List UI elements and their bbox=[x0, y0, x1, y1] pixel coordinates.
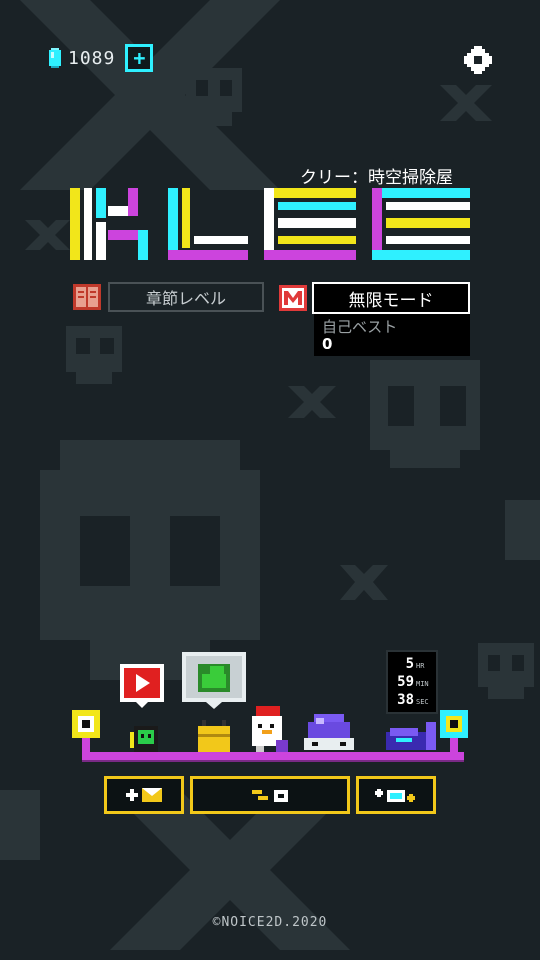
character-customize-button[interactable] bbox=[190, 776, 350, 814]
character-shelf bbox=[82, 752, 464, 760]
gem-icon bbox=[49, 48, 61, 68]
character-white-chicken[interactable] bbox=[248, 702, 292, 754]
swap-character-icon bbox=[252, 790, 288, 802]
timer-bubble: 5 HR 59 MIN 38 SEC bbox=[386, 650, 438, 714]
infinity-mode-icon bbox=[279, 285, 307, 311]
mail-button[interactable] bbox=[104, 776, 184, 814]
game-subtitle: クリー：時空掃除屋 bbox=[300, 168, 453, 188]
timer-minutes: 59 bbox=[397, 674, 414, 690]
timer-seconds: 38 bbox=[397, 692, 414, 708]
personal-best-value: 0 bbox=[322, 335, 333, 353]
game-logo bbox=[70, 188, 470, 260]
background-decoration bbox=[0, 0, 540, 950]
timer-hours: 5 bbox=[405, 656, 414, 672]
personal-best-panel: 自己ベスト 0 bbox=[314, 314, 470, 356]
chapter-levels-button[interactable]: 章節レベル bbox=[72, 282, 264, 312]
personal-best-label: 自己ベスト bbox=[322, 318, 398, 336]
currency-display: 1089 + bbox=[48, 44, 154, 72]
character-purple-ship[interactable] bbox=[384, 718, 440, 754]
add-screen-icon bbox=[375, 789, 415, 802]
timer-seconds-unit: SEC bbox=[416, 698, 429, 706]
chapter-levels-label: 章節レベル bbox=[108, 282, 264, 312]
add-screen-button[interactable] bbox=[356, 776, 436, 814]
character-purple-dome[interactable] bbox=[302, 712, 356, 754]
add-currency-button[interactable]: + bbox=[125, 44, 154, 72]
endless-mode-button[interactable]: 無限モード bbox=[278, 282, 470, 314]
character-yellow-bag[interactable] bbox=[196, 716, 232, 754]
video-ad-bubble[interactable] bbox=[118, 662, 166, 710]
character-green-robot[interactable] bbox=[128, 724, 162, 754]
timer-hours-unit: HR bbox=[416, 662, 425, 670]
gear-icon[interactable] bbox=[462, 44, 494, 76]
copyright-text: ©NOICE2D.2020 bbox=[212, 915, 328, 930]
timer-minutes-unit: MIN bbox=[416, 680, 429, 688]
add-mail-icon bbox=[126, 788, 162, 802]
item-bubble[interactable] bbox=[180, 650, 248, 710]
currency-amount: 1089 bbox=[68, 47, 116, 69]
endless-mode-label: 無限モード bbox=[312, 282, 470, 314]
character-shelf-shadow bbox=[82, 760, 464, 762]
book-icon bbox=[73, 284, 101, 310]
plus-icon: + bbox=[133, 46, 146, 70]
